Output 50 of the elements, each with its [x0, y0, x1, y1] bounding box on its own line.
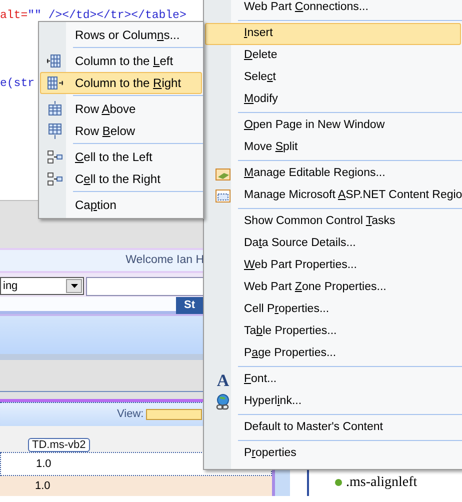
menu-item[interactable]: Table Properties... — [205, 321, 461, 343]
menu-item[interactable]: Web Part Zone Properties... — [205, 277, 461, 299]
menu-item[interactable]: Cell to the Left — [40, 146, 202, 168]
editable-regions-icon — [215, 166, 231, 182]
menu-item[interactable]: Caption — [40, 194, 202, 216]
row-above-icon — [47, 101, 63, 117]
menu-item[interactable]: Cell to the Right — [40, 168, 202, 190]
scope-dropdown[interactable]: ing — [0, 277, 84, 295]
menu-item[interactable]: Row Above — [40, 98, 202, 120]
menu-item[interactable]: Modify — [205, 89, 461, 111]
column-right-icon — [47, 75, 63, 91]
menu-item[interactable]: Insert — [205, 23, 461, 45]
search-button[interactable]: St — [176, 297, 203, 314]
menu-item[interactable]: Hyperlink... — [205, 391, 461, 413]
menu-item[interactable]: Delete — [205, 45, 461, 67]
menu-item[interactable]: Select — [205, 67, 461, 89]
code-line: e(str — [0, 76, 35, 92]
style-name: .ms-alignleft — [346, 475, 418, 491]
bullet-icon — [335, 479, 342, 486]
menu-item[interactable]: Manage Editable Regions... — [205, 163, 461, 185]
font-icon: A — [216, 372, 230, 388]
menu-item[interactable]: A Font... — [205, 369, 461, 391]
menu-item[interactable]: Row Below — [40, 120, 202, 142]
code-line: alt="" /></td></tr></table> — [0, 8, 186, 24]
cell-tag: TD.ms-vb2 — [28, 438, 90, 452]
view-selector[interactable] — [146, 409, 202, 420]
globe-link-icon — [215, 394, 231, 410]
menu-item[interactable]: Show Common Control Tasks — [205, 211, 461, 233]
row-below-icon — [47, 123, 63, 139]
menu-item[interactable]: Rows or Columns... — [40, 24, 202, 46]
menu-item[interactable]: Open Page in New Window — [205, 115, 461, 137]
menu-item[interactable]: Move Split — [205, 137, 461, 159]
menu-item[interactable]: Column to the Left — [40, 50, 202, 72]
cell-right-icon — [47, 171, 63, 187]
table-cell: 1.0 — [0, 476, 272, 496]
menu-item[interactable]: Column to the Right — [40, 72, 202, 94]
menu-item[interactable]: Default to Master's Content — [205, 417, 461, 439]
welcome-text: Welcome Ian H — [126, 252, 204, 268]
cell-left-icon — [47, 149, 63, 165]
menu-item[interactable]: Manage Microsoft ASP.NET Content Regio — [205, 185, 461, 207]
menu-item[interactable]: Web Part Properties... — [205, 255, 461, 277]
menu-item[interactable]: Data Source Details... — [205, 233, 461, 255]
menu-item[interactable]: Cell Properties... — [205, 299, 461, 321]
content-region-icon — [215, 188, 231, 204]
menu-item[interactable]: Page Properties... — [205, 343, 461, 365]
search-field[interactable] — [86, 276, 206, 296]
menu-item[interactable]: Web Part Connections... — [205, 0, 461, 19]
dropdown-arrow-icon — [70, 284, 78, 288]
view-label: View: — [117, 407, 144, 422]
column-left-icon — [47, 53, 63, 69]
